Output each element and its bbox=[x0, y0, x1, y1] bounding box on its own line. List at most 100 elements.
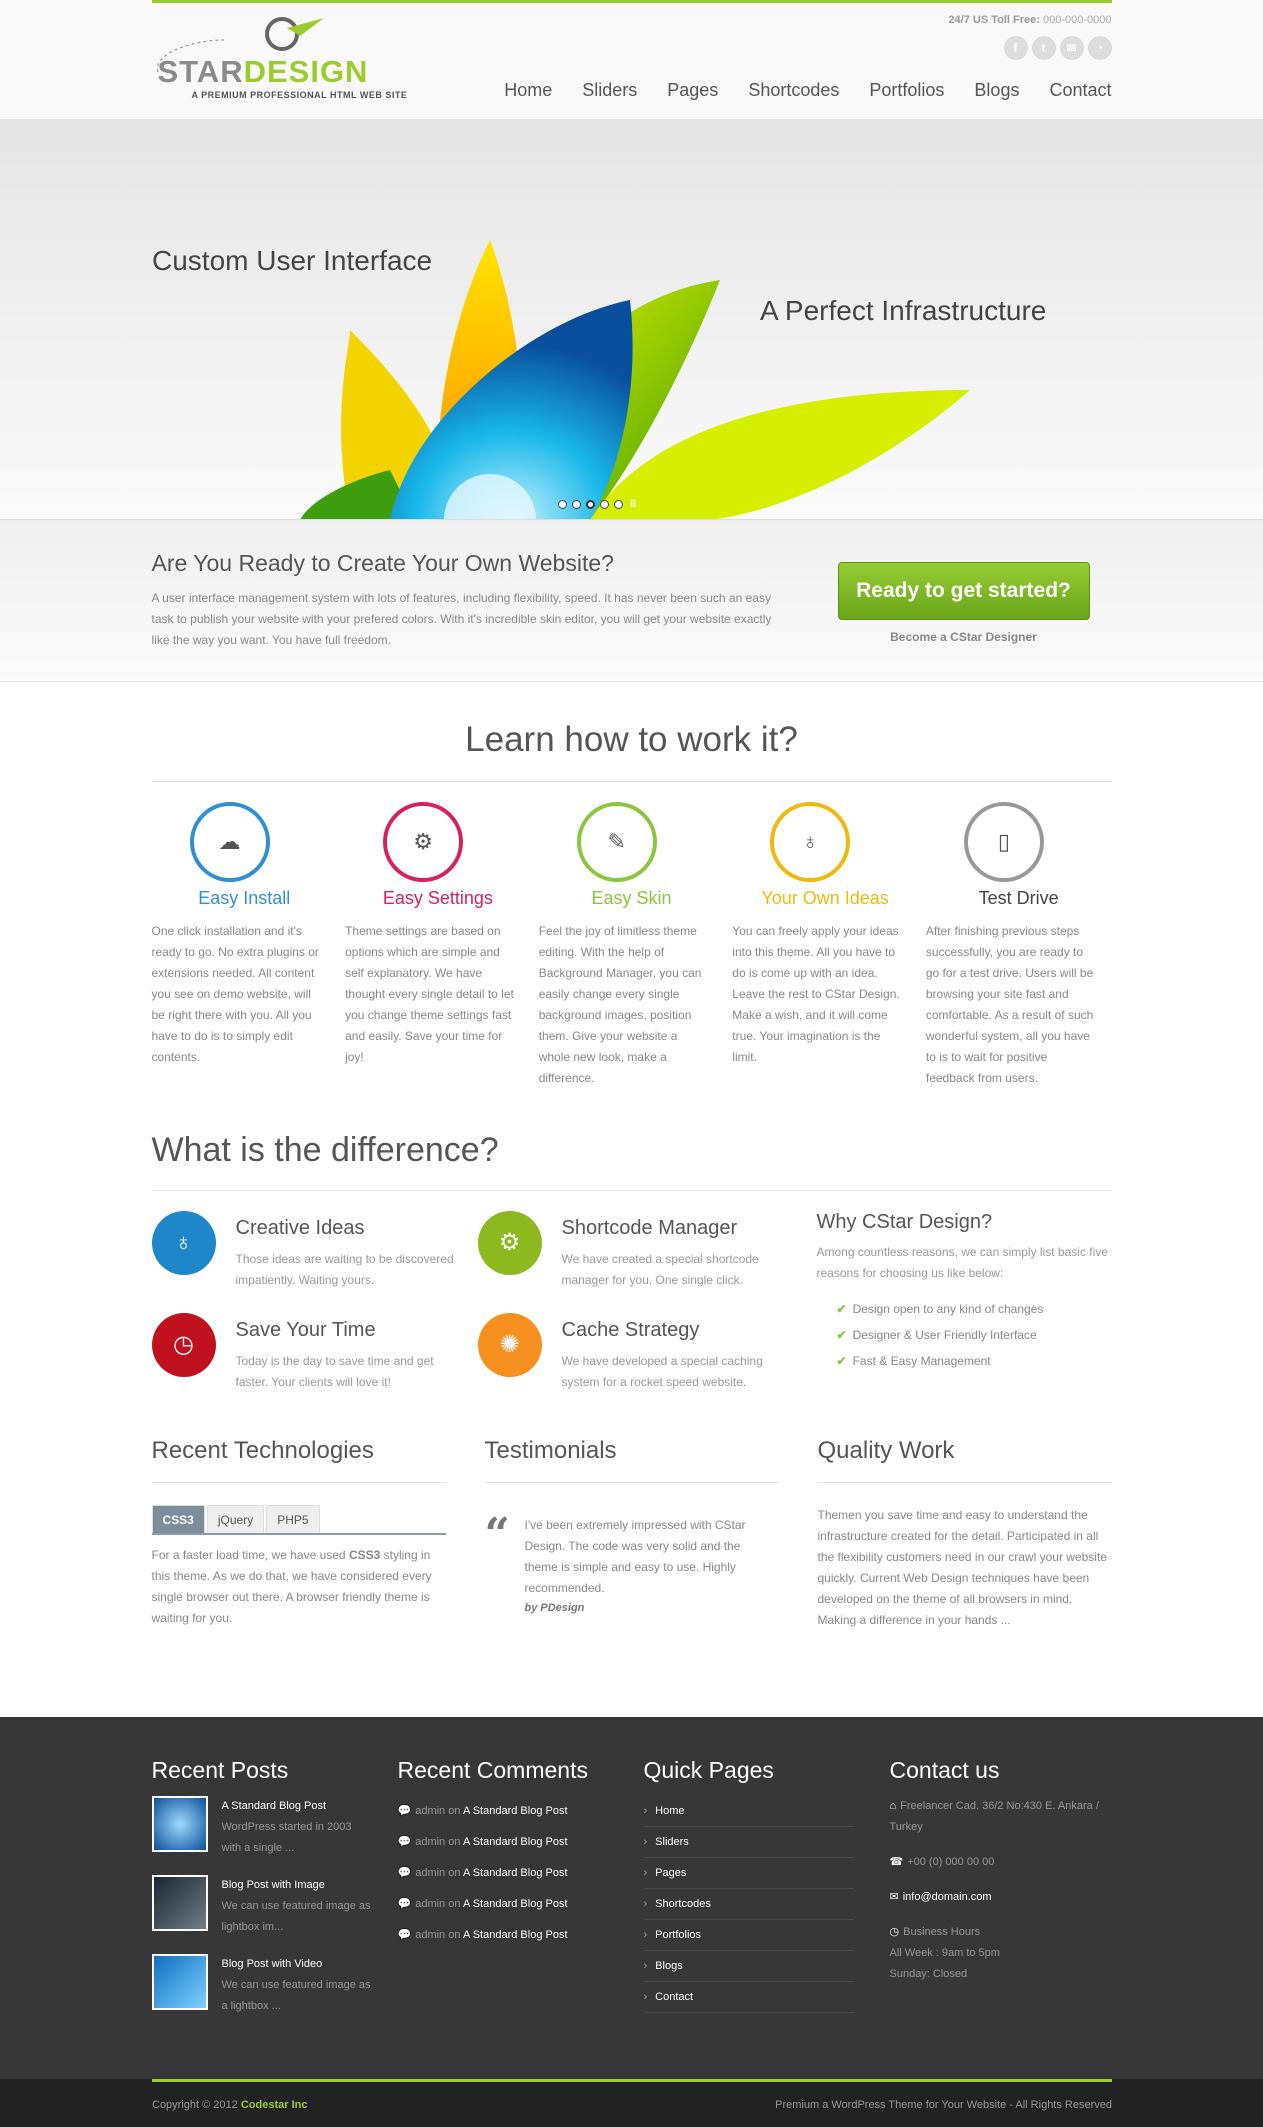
step-easy-install: ☁ Easy Install One click installation an… bbox=[152, 802, 338, 1089]
site-footer: Recent Posts A Standard Blog Post WordPre… bbox=[0, 1717, 1263, 2079]
callout-title: Are You Ready to Create Your Own Website… bbox=[151, 550, 614, 576]
post-item[interactable]: Blog Post with Video We can use featured … bbox=[151, 1954, 374, 2017]
post-title[interactable]: A Standard Blog Post bbox=[222, 1796, 374, 1817]
list-item: ✔ Fast & Easy Management bbox=[836, 1354, 991, 1368]
testimonials: Testimonials “ I've been extremely impre… bbox=[484, 1437, 779, 1677]
quick-link[interactable]: › Contact bbox=[643, 1982, 854, 2013]
quote-text: I've been extremely impressed with CStar… bbox=[524, 1518, 746, 1595]
slider-dot[interactable] bbox=[572, 499, 581, 509]
logo-text: STARDESIGN bbox=[157, 54, 369, 89]
mail-icon[interactable]: ✉ bbox=[1059, 36, 1084, 60]
get-started-button[interactable]: Ready to get started? bbox=[837, 562, 1090, 620]
difference-title: What is the difference? bbox=[151, 1131, 1112, 1191]
comment-post-link[interactable]: A Standard Blog Post bbox=[463, 1867, 568, 1879]
slider-dot[interactable] bbox=[600, 499, 609, 509]
comment-item: 💬 admin on A Standard Blog Post bbox=[397, 1898, 568, 1910]
comment-post-link[interactable]: A Standard Blog Post bbox=[463, 1929, 568, 1941]
testimonials-title: Testimonials bbox=[484, 1437, 779, 1483]
facebook-icon[interactable]: f bbox=[1003, 36, 1028, 60]
step-text: Feel the joy of limitless theme editing.… bbox=[538, 924, 702, 1085]
quick-link[interactable]: › Home bbox=[643, 1796, 854, 1827]
comment-post-link[interactable]: A Standard Blog Post bbox=[463, 1836, 568, 1848]
post-thumbnail[interactable] bbox=[151, 1875, 208, 1931]
chevron-right-icon: › bbox=[643, 1929, 648, 1941]
quick-link[interactable]: › Pages bbox=[643, 1858, 854, 1889]
quick-link[interactable]: › Sliders bbox=[643, 1827, 854, 1858]
check-icon: ✔ bbox=[836, 1354, 847, 1368]
main-nav: Home Sliders Pages Shortcodes Portfolios… bbox=[504, 80, 1111, 101]
quote-author: by PDesign bbox=[524, 1602, 585, 1614]
nav-contact[interactable]: Contact bbox=[1049, 80, 1111, 101]
post-title[interactable]: Blog Post with Image bbox=[222, 1875, 374, 1896]
rss-icon[interactable]: ◔ bbox=[1087, 36, 1112, 60]
recent-technologies: Recent Technologies CSS3 jQuery PHP5 For… bbox=[151, 1437, 446, 1677]
contact-email[interactable]: ✉ info@domain.com bbox=[890, 1887, 1112, 1908]
twitter-icon[interactable]: t bbox=[1031, 36, 1056, 60]
feature-title: Save Your Time bbox=[235, 1319, 376, 1341]
why-list: ✔ Design open to any kind of changes ✔ Des… bbox=[837, 1296, 1117, 1374]
feature-title: Cache Strategy bbox=[561, 1319, 700, 1341]
nav-sliders[interactable]: Sliders bbox=[582, 80, 637, 101]
bulb-icon: ♁ bbox=[151, 1211, 216, 1275]
comment-post-link[interactable]: A Standard Blog Post bbox=[463, 1805, 568, 1817]
recent-comments: Recent Comments 💬 admin on A Standard Blo… bbox=[398, 1757, 620, 2033]
bottom-accent-line bbox=[152, 2079, 1112, 2082]
step-your-own-ideas: ♁ Your Own Ideas You can freely apply yo… bbox=[732, 802, 918, 1089]
step-easy-settings: ⚙ Easy Settings Theme settings are based… bbox=[345, 802, 531, 1089]
post-thumbnail[interactable] bbox=[151, 1796, 208, 1852]
nav-blogs[interactable]: Blogs bbox=[974, 80, 1019, 101]
comment-icon: 💬 bbox=[397, 1898, 412, 1910]
difference-section: ♁ Creative Ideas Those ideas are waiting… bbox=[151, 1191, 1112, 1427]
chevron-right-icon: › bbox=[643, 1805, 648, 1817]
nav-pages[interactable]: Pages bbox=[667, 80, 718, 101]
info-columns: Recent Technologies CSS3 jQuery PHP5 For… bbox=[151, 1437, 1112, 1677]
slider-dot-active[interactable] bbox=[586, 499, 595, 509]
tab-php5[interactable]: PHP5 bbox=[266, 1505, 320, 1533]
bottom-bar: Copyright © 2012 Codestar Inc Premium a … bbox=[0, 2079, 1263, 2127]
pause-icon[interactable]: II bbox=[630, 498, 636, 510]
tech-title: Recent Technologies bbox=[151, 1437, 446, 1483]
brush-icon: ✎ bbox=[576, 802, 657, 882]
comment-item: 💬 admin on A Standard Blog Post bbox=[397, 1836, 568, 1848]
nav-shortcodes[interactable]: Shortcodes bbox=[748, 80, 839, 101]
top-accent-line bbox=[152, 0, 1112, 3]
comment-post-link[interactable]: A Standard Blog Post bbox=[463, 1898, 568, 1910]
why-cstar: Why CStar Design? Among countless reason… bbox=[817, 1211, 1117, 1374]
post-title[interactable]: Blog Post with Video bbox=[222, 1954, 374, 1975]
tab-css3[interactable]: CSS3 bbox=[151, 1505, 205, 1533]
contact-us: Contact us ⌂ Freelancer Cad. 36/2 No:430 … bbox=[890, 1757, 1112, 2033]
nav-portfolios[interactable]: Portfolios bbox=[869, 80, 944, 101]
feature-text: We have created a special shortcode mana… bbox=[561, 1252, 759, 1287]
comment-item: 💬 admin on A Standard Blog Post bbox=[397, 1805, 568, 1817]
post-item[interactable]: A Standard Blog Post WordPress started in… bbox=[151, 1796, 374, 1859]
quick-link[interactable]: › Shortcodes bbox=[643, 1889, 854, 1920]
step-text: You can freely apply your ideas into thi… bbox=[732, 924, 900, 1064]
step-title: Test Drive bbox=[978, 888, 1059, 908]
why-title: Why CStar Design? bbox=[816, 1211, 993, 1233]
company-link[interactable]: Codestar Inc bbox=[241, 2099, 308, 2111]
step-test-drive: ▯ Test Drive After finishing previous st… bbox=[926, 802, 1112, 1089]
post-item[interactable]: Blog Post with Image We can use featured … bbox=[151, 1875, 374, 1938]
comment-icon: 💬 bbox=[397, 1929, 412, 1941]
quick-link[interactable]: › Blogs bbox=[643, 1951, 854, 1982]
contact-title: Contact us bbox=[889, 1757, 1000, 1783]
comment-item: 💬 admin on A Standard Blog Post bbox=[397, 1867, 568, 1879]
flower-illustration bbox=[300, 240, 970, 519]
stopwatch-icon: ◷ bbox=[151, 1313, 216, 1377]
recent-posts-title: Recent Posts bbox=[151, 1757, 289, 1783]
check-icon: ✔ bbox=[836, 1328, 847, 1342]
toll-free: 24/7 US Toll Free: 000-000-0000 bbox=[948, 14, 1112, 26]
logo-tagline: A PREMIUM PROFESSIONAL HTML WEB SITE bbox=[191, 90, 408, 100]
slider-dot[interactable] bbox=[614, 499, 623, 509]
quick-link[interactable]: › Portfolios bbox=[643, 1920, 854, 1951]
testimonial-quote: “ I've been extremely impressed with CSt… bbox=[485, 1509, 779, 1614]
slider-dot[interactable] bbox=[558, 499, 567, 509]
site-logo[interactable]: STARDESIGN A PREMIUM PROFESSIONAL HTML W… bbox=[152, 14, 412, 104]
nav-home[interactable]: Home bbox=[504, 80, 552, 101]
comment-item: 💬 admin on A Standard Blog Post bbox=[397, 1929, 568, 1941]
clock-icon: ◷ bbox=[889, 1926, 900, 1938]
recent-comments-title: Recent Comments bbox=[397, 1757, 588, 1783]
post-thumbnail[interactable] bbox=[151, 1954, 208, 2010]
feature-title: Shortcode Manager bbox=[561, 1217, 738, 1239]
tab-jquery[interactable]: jQuery bbox=[206, 1505, 265, 1533]
